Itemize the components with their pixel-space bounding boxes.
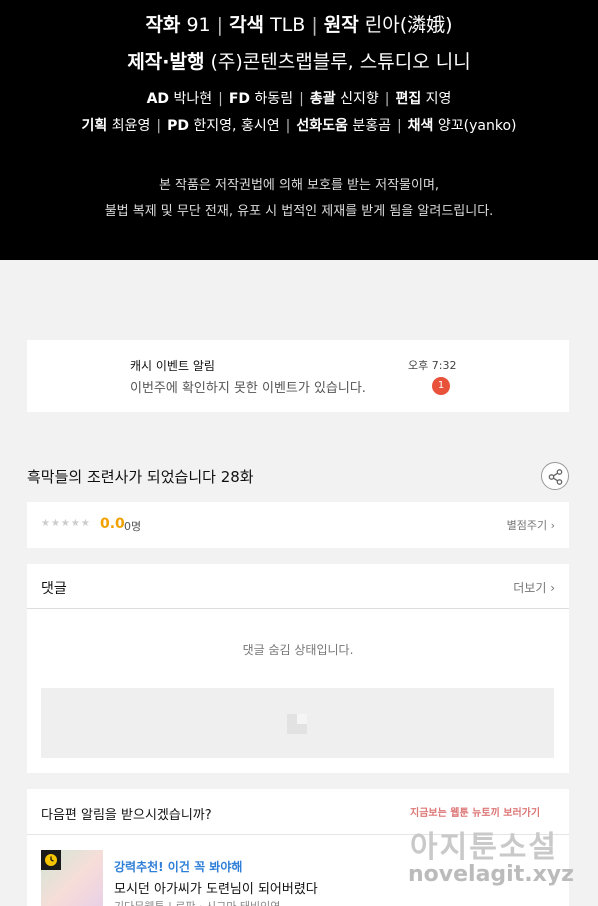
- rating-count: 0명: [124, 520, 142, 533]
- credit-name: 양꼬(yanko): [437, 118, 517, 134]
- credit-role: 기획: [81, 118, 108, 134]
- separator: |: [384, 91, 390, 107]
- wait-free-badge: [41, 850, 61, 870]
- image-placeholder-icon: [287, 714, 307, 734]
- credit-role: 총괄: [309, 91, 336, 107]
- separator: |: [299, 91, 304, 107]
- comments-header: 댓글 더보기 ›: [27, 564, 569, 609]
- recommended-title[interactable]: 모시던 아가씨가 도련님이 되어버렸다: [114, 878, 318, 897]
- credit-role: FD: [228, 91, 251, 107]
- notification-count-badge: 1: [432, 377, 450, 395]
- comments-more-link[interactable]: 더보기 ›: [513, 579, 555, 596]
- rate-button[interactable]: 별점주기 ›: [507, 517, 555, 533]
- recommended-authors: 기다무웹툰 | 로판 · 시그마 태비인연: [114, 898, 280, 906]
- copyright-notice-line-1: 본 작품은 저작권법에 의해 보호를 받는 저작물이며,: [158, 178, 440, 193]
- separator: |: [285, 118, 291, 134]
- credit-name: 한지영, 홍시연: [193, 118, 280, 134]
- watermark: 지금보는 웹툰 뉴토끼 보러가기 아지툰소설 novelagit.xyz: [404, 802, 594, 902]
- episode-title: 흑막들의 조련사가 되었습니다 28화: [27, 468, 254, 486]
- separator: |: [216, 14, 224, 36]
- comments-section: 댓글 더보기 › 댓글 숨김 상태입니다.: [27, 564, 569, 773]
- credit-role: 작화: [145, 14, 181, 36]
- credit-role: 제작·발행: [127, 51, 205, 73]
- separator: |: [218, 91, 223, 107]
- event-notification-time: 오후 7:32: [408, 359, 457, 372]
- separator: |: [396, 118, 402, 134]
- credits-line-2: 제작·발행 (주)콘텐츠랩블루, 스튜디오 니니: [0, 47, 598, 74]
- credit-role: AD: [146, 91, 170, 107]
- comments-label: 댓글: [41, 581, 67, 597]
- event-notification-title: 캐시 이벤트 알림: [130, 359, 215, 373]
- credit-role: PD: [167, 118, 189, 134]
- rating-stars: ★★★★★: [41, 518, 91, 529]
- watermark-line-1: 지금보는 웹툰 뉴토끼 보러가기: [410, 808, 541, 819]
- clock-icon: [45, 854, 57, 866]
- credit-name: (주)콘텐츠랩블루, 스튜디오 니니: [210, 51, 471, 73]
- credits-line-1: 작화 91 | 각색 TLB | 원작 린아(潾娥): [0, 10, 598, 37]
- credit-role: 각색: [229, 14, 265, 36]
- recommended-thumbnail[interactable]: [41, 850, 103, 906]
- copyright-notice-line-2: 불법 복제 및 무단 전재, 유포 시 법적인 제재를 받게 됨을 알려드립니다…: [104, 204, 494, 219]
- next-episode-question: 다음편 알림을 받으시겠습니까?: [41, 808, 212, 823]
- credit-role: 편집: [395, 91, 422, 107]
- ad-placeholder: [41, 688, 554, 758]
- credit-name: 린아(潾娥): [364, 14, 453, 36]
- credit-name: 박나현: [173, 91, 213, 107]
- watermark-line-3: novelagit.xyz: [408, 862, 574, 887]
- credit-role: 채색: [407, 118, 434, 134]
- credit-name: 지영: [425, 91, 452, 107]
- event-notification[interactable]: 캐시 이벤트 알림 이번주에 확인하지 못한 이벤트가 있습니다. 오후 7:3…: [27, 340, 569, 412]
- watermark-line-2: 아지툰소설: [410, 830, 558, 865]
- credit-name: 신지향: [340, 91, 379, 107]
- credit-name: 최윤영: [111, 118, 151, 134]
- credits-line-4: 기획 최윤영 | PD 한지영, 홍시연 | 선화도움 분홍곰 | 채색 양꼬(yanko): [0, 115, 598, 135]
- rating-score: 0.0: [100, 516, 125, 532]
- rating-bar: ★★★★★ 0.0 0명 별점주기 ›: [27, 502, 569, 548]
- recommendation-tag: 강력추천! 이건 꼭 봐야해: [114, 860, 243, 874]
- event-notification-message: 이번주에 확인하지 못한 이벤트가 있습니다.: [130, 381, 366, 396]
- credit-name: 91: [186, 14, 211, 36]
- credits-line-3: AD 박나현 | FD 하동림 | 총괄 신지향 | 편집 지영: [0, 88, 598, 108]
- credit-name: 분홍곰: [352, 118, 391, 134]
- comments-hidden-message: 댓글 숨김 상태입니다.: [242, 643, 354, 657]
- separator: |: [156, 118, 162, 134]
- credit-name: TLB: [270, 14, 306, 36]
- share-button[interactable]: [541, 462, 569, 490]
- credit-role: 선화도움: [296, 118, 348, 134]
- credit-name: 하동림: [254, 91, 294, 107]
- credits-section: 작화 91 | 각색 TLB | 원작 린아(潾娥) 제작·발행 (주)콘텐츠랩블루, …: [0, 0, 598, 260]
- credit-role: 원작: [323, 14, 359, 36]
- share-icon: [548, 469, 563, 485]
- separator: |: [311, 14, 318, 36]
